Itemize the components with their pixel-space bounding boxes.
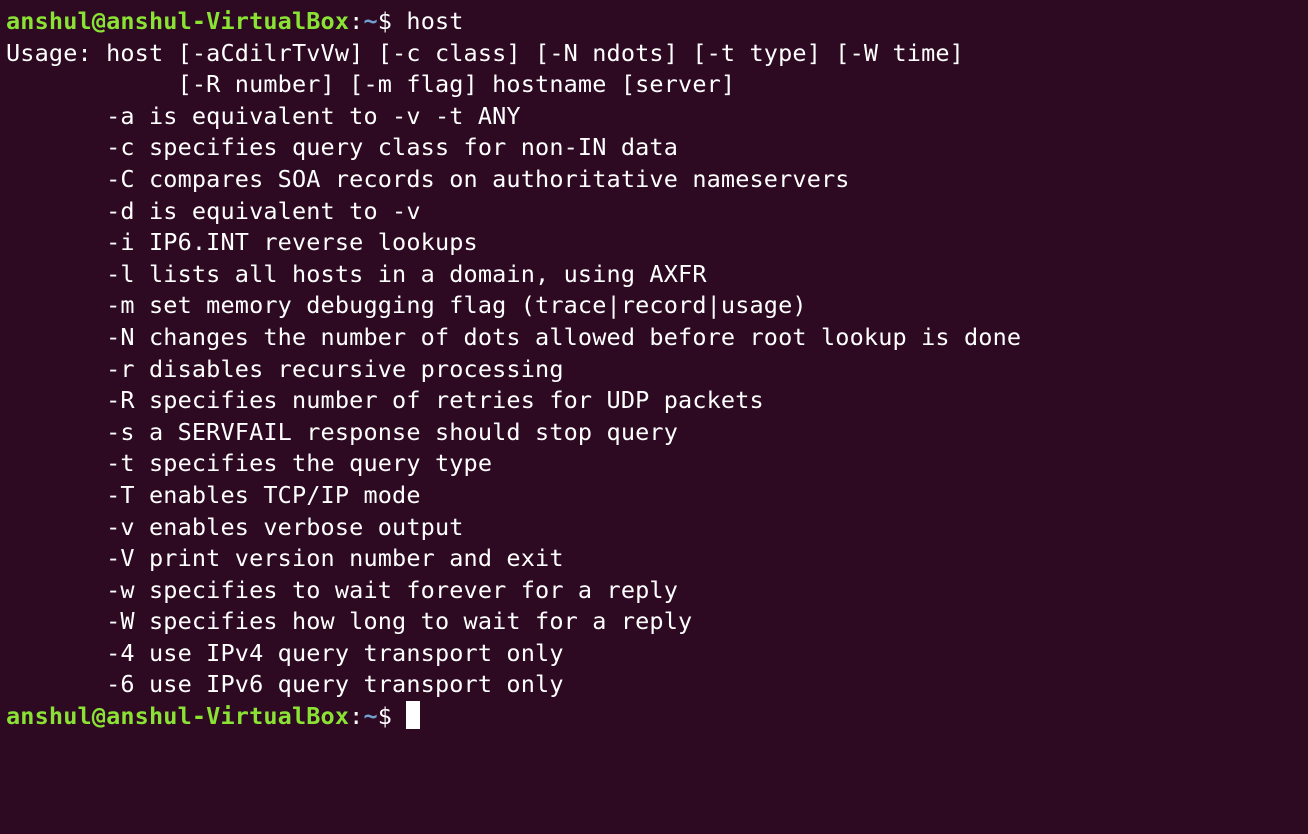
output-line: -C compares SOA records on authoritative… bbox=[6, 164, 850, 193]
output-line: -6 use IPv6 query transport only bbox=[6, 670, 564, 699]
active-prompt-line[interactable]: anshul@anshul-VirtualBox:~$ bbox=[6, 701, 1308, 733]
output-line: -R specifies number of retries for UDP p… bbox=[6, 386, 764, 415]
output-line: -m set memory debugging flag (trace|reco… bbox=[6, 291, 807, 320]
terminal-window[interactable]: anshul@anshul-VirtualBox:~$ host Usage: … bbox=[0, 0, 1308, 834]
output-line: -t specifies the query type bbox=[6, 449, 493, 478]
output-line: -W specifies how long to wait for a repl… bbox=[6, 607, 693, 636]
prompt-line: anshul@anshul-VirtualBox:~$ host bbox=[6, 6, 1308, 38]
command-text: host bbox=[406, 7, 464, 35]
output-line: -v enables verbose output bbox=[6, 512, 464, 541]
output-line: -w specifies to wait forever for a reply bbox=[6, 575, 679, 604]
output-line: -d is equivalent to -v bbox=[6, 196, 421, 225]
prompt-colon: : bbox=[349, 7, 364, 35]
output-line: [-R number] [-m flag] hostname [server] bbox=[6, 70, 736, 99]
prompt-user-host: anshul@anshul-VirtualBox bbox=[6, 7, 350, 35]
output-line: -r disables recursive processing bbox=[6, 354, 564, 383]
output-line: -c specifies query class for non-IN data bbox=[6, 133, 679, 162]
prompt-path: ~ bbox=[363, 702, 378, 731]
output-line: -l lists all hosts in a domain, using AX… bbox=[6, 259, 707, 288]
text-cursor bbox=[406, 701, 421, 730]
prompt-path: ~ bbox=[363, 7, 378, 35]
output-line: -i IP6.INT reverse lookups bbox=[6, 228, 478, 257]
output-line: -V print version number and exit bbox=[6, 544, 564, 573]
output-line: -s a SERVFAIL response should stop query bbox=[6, 417, 679, 446]
output-line: -N changes the number of dots allowed be… bbox=[6, 322, 1022, 351]
output-line: Usage: host [-aCdilrTvVw] [-c class] [-N… bbox=[6, 38, 964, 67]
prompt-colon: : bbox=[349, 702, 364, 731]
output-line: -a is equivalent to -v -t ANY bbox=[6, 101, 521, 130]
prompt-symbol: $ bbox=[377, 7, 407, 35]
output-line: -T enables TCP/IP mode bbox=[6, 480, 421, 509]
output-line: -4 use IPv4 query transport only bbox=[6, 638, 564, 667]
prompt-symbol: $ bbox=[377, 702, 407, 731]
prompt-user-host: anshul@anshul-VirtualBox bbox=[6, 702, 350, 731]
